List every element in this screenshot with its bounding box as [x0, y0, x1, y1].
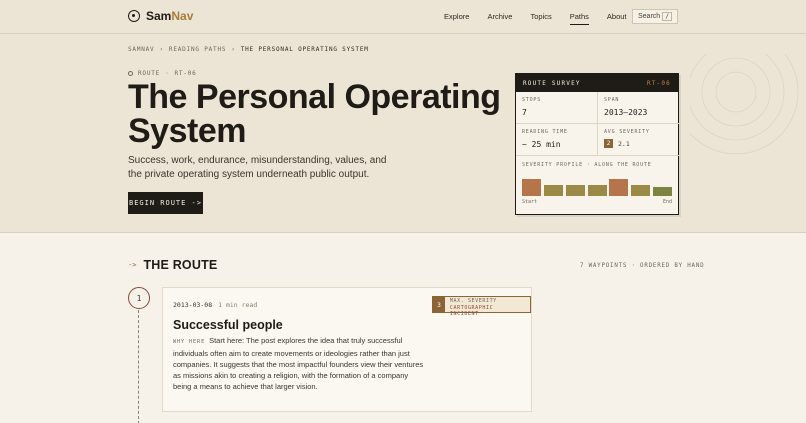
breadcrumb: SAMNAV › READING PATHS › THE PERSONAL OP…	[128, 46, 369, 53]
page-subtitle: Success, work, endurance, misunderstandi…	[128, 155, 387, 180]
route-label: ROUTE	[138, 70, 161, 77]
begin-route-button[interactable]: BEGIN ROUTE ->	[128, 192, 203, 214]
severity-bar-3	[565, 185, 585, 196]
route-tag-separator: ·	[165, 70, 170, 77]
severity-tag: 3 MAX. SEVERITY CARTOGRAPHIC INCIDENT	[432, 296, 531, 317]
top-bar: SamNav Explore Archive Topics Paths Abou…	[0, 0, 806, 34]
search-button[interactable]: Search /	[632, 9, 678, 24]
severity-bar-7	[653, 187, 672, 196]
stat-value: ~ 25 min	[522, 140, 561, 149]
severity-row: 2 2.1	[604, 139, 673, 148]
severity-bar-2	[543, 185, 563, 196]
profile-start-label: Start	[522, 199, 538, 205]
severity-bar-6	[631, 185, 651, 196]
stat-label: SPAN	[604, 97, 620, 103]
search-label: Search	[638, 13, 661, 20]
nav-archive[interactable]: Archive	[487, 12, 512, 25]
survey-stats: STOPS 7 SPAN 2013–2023 READING TIME ~ 25…	[516, 92, 679, 156]
nav-topics[interactable]: Topics	[530, 12, 551, 25]
waypoint-date: 2013-03-08	[173, 301, 213, 309]
stat-stops: STOPS 7	[516, 92, 598, 124]
route-meta: 7 WAYPOINTS · ORDERED BY HAND	[580, 263, 705, 269]
waypoint-description: WHY HERE Start here: The post explores th…	[173, 335, 425, 392]
compass-icon	[128, 10, 140, 22]
route-survey-card: ROUTE SURVEY RT-06 STOPS 7 SPAN 2013–202…	[515, 73, 679, 215]
nav-explore[interactable]: Explore	[444, 12, 469, 25]
breadcrumb-section[interactable]: READING PATHS	[169, 46, 226, 53]
profile-label: SEVERITY PROFILE · ALONG THE ROUTE	[522, 162, 652, 168]
stat-value: 2013–2023	[604, 108, 648, 117]
survey-header: ROUTE SURVEY RT-06	[516, 74, 678, 92]
severity-tag-number: 3	[433, 297, 445, 312]
breadcrumb-current: THE PERSONAL OPERATING SYSTEM	[240, 46, 369, 53]
survey-title: ROUTE SURVEY	[523, 79, 581, 87]
brand-name: SamNav	[146, 9, 194, 23]
waypoint-body: Start here: The post explores the idea t…	[173, 336, 424, 391]
stat-value: 7	[522, 108, 527, 117]
route-title: THE ROUTE	[143, 258, 218, 272]
severity-profile: SEVERITY PROFILE · ALONG THE ROUTE Start…	[516, 156, 678, 205]
stat-label: AVG SEVERITY	[604, 129, 650, 135]
hero-section: SAMNAV › READING PATHS › THE PERSONAL OP…	[0, 34, 806, 232]
waypoint-title[interactable]: Successful people	[173, 318, 283, 332]
route-section: -> THE ROUTE 7 WAYPOINTS · ORDERED BY HA…	[0, 232, 806, 423]
route-timeline-line	[138, 310, 139, 423]
waypoint-marker[interactable]: 1	[128, 287, 150, 309]
profile-end-label: End	[662, 199, 672, 205]
waypoint-date-line: 2013-03-08 1 min read	[173, 301, 257, 309]
stat-avg-severity: AVG SEVERITY 2 2.1	[598, 124, 679, 156]
page-title: The Personal Operating System	[128, 78, 501, 150]
route-code: RT-06	[174, 70, 197, 77]
route-heading: -> THE ROUTE	[128, 258, 217, 272]
stat-label: READING TIME	[522, 129, 568, 135]
severity-value: 2.1	[618, 139, 630, 148]
stat-label: STOPS	[522, 97, 542, 103]
nav-paths[interactable]: Paths	[569, 12, 589, 25]
severity-tag-label: MAX. SEVERITY	[449, 298, 497, 304]
profile-axis: Start End	[522, 199, 672, 205]
nav-about[interactable]: About	[607, 12, 627, 25]
breadcrumb-separator: ›	[231, 46, 236, 53]
severity-badge: 2	[604, 139, 613, 148]
route-tag: ROUTE · RT-06	[128, 70, 197, 77]
logo[interactable]: SamNav	[128, 9, 193, 23]
survey-code: RT-06	[646, 79, 671, 87]
severity-tag-value: CARTOGRAPHIC INCIDENT	[449, 304, 494, 318]
route-arrow-icon: ->	[128, 261, 137, 269]
breadcrumb-separator: ›	[159, 46, 164, 53]
breadcrumb-root[interactable]: SAMNAV	[128, 46, 154, 53]
stat-span: SPAN 2013–2023	[598, 92, 679, 124]
main-nav: Explore Archive Topics Paths About	[444, 12, 645, 25]
search-shortcut-key: /	[662, 12, 672, 21]
waypoint-icon	[128, 71, 133, 76]
severity-bar-4	[587, 185, 607, 196]
why-here-label: WHY HERE	[173, 339, 206, 345]
severity-tag-text: MAX. SEVERITY CARTOGRAPHIC INCIDENT	[445, 297, 530, 317]
contour-rings-decoration	[690, 54, 799, 155]
waypoint-read-time: 1 min read	[218, 301, 258, 309]
waypoint-card[interactable]: 2013-03-08 1 min read 3 MAX. SEVERITY CAR…	[162, 287, 532, 412]
severity-profile-chart	[522, 176, 672, 196]
severity-bar-1	[522, 179, 541, 196]
stat-reading-time: READING TIME ~ 25 min	[516, 124, 598, 156]
severity-bar-5	[609, 179, 629, 196]
